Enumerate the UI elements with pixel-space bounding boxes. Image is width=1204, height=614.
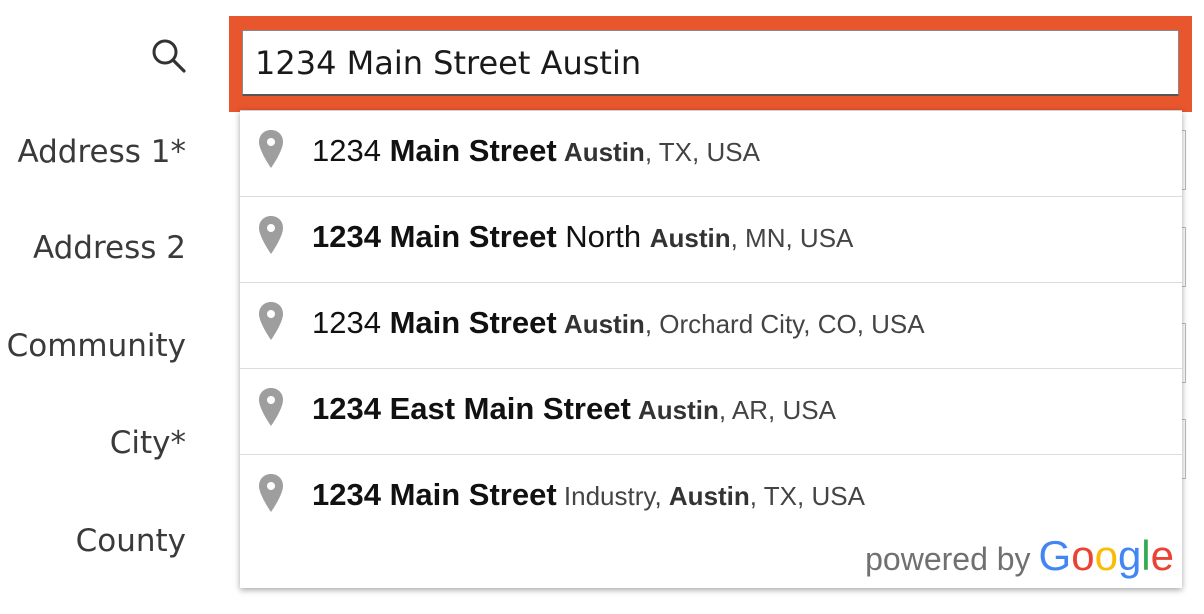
address2-label: Address 2: [32, 230, 186, 266]
suggestion-match: Main Street: [389, 133, 557, 168]
google-logo-letter: o: [1071, 532, 1095, 579]
google-logo: Google: [1039, 532, 1174, 580]
suggestion-item[interactable]: 1234 Main Street Industry, Austin, TX, U…: [240, 455, 1182, 541]
google-logo-letter: l: [1141, 532, 1151, 579]
google-logo-letter: o: [1094, 532, 1118, 579]
map-pin-icon: [259, 130, 283, 168]
suggestion-match: Austin: [563, 309, 645, 339]
suggestion-part: 1234: [312, 133, 390, 168]
search-focus-highlight: [229, 16, 1192, 112]
suggestion-text: 1234 Main Street Industry, Austin, TX, U…: [312, 477, 865, 513]
suggestion-item[interactable]: 1234 Main Street North Austin, MN, USA: [240, 197, 1182, 283]
suggestion-part: [557, 309, 564, 339]
city-label: City*: [109, 425, 186, 461]
suggestion-part: [631, 395, 638, 425]
suggestion-part: , MN, USA: [730, 223, 854, 253]
address1-label: Address 1*: [17, 134, 186, 170]
suggestion-match: Austin: [649, 223, 731, 253]
suggestion-item[interactable]: 1234 Main Street Austin, Orchard City, C…: [240, 283, 1182, 369]
google-logo-letter: G: [1038, 532, 1072, 579]
county-label: County: [75, 523, 186, 559]
map-pin-icon: [259, 302, 283, 340]
suggestion-part: , Orchard City, CO, USA: [644, 309, 925, 339]
suggestion-item[interactable]: 1234 East Main Street Austin, AR, USA: [240, 369, 1182, 455]
suggestion-match: 1234 Main Street: [312, 219, 557, 254]
map-pin-icon: [259, 474, 283, 512]
suggestion-part: [557, 137, 564, 167]
autocomplete-dropdown: 1234 Main Street Austin, TX, USA 1234 Ma…: [240, 110, 1182, 588]
google-logo-letter: e: [1150, 532, 1174, 579]
suggestion-item[interactable]: 1234 Main Street Austin, TX, USA: [240, 111, 1182, 197]
suggestion-text: 1234 Main Street North Austin, MN, USA: [312, 219, 853, 255]
suggestion-text: 1234 Main Street Austin, TX, USA: [312, 133, 760, 169]
google-logo-letter: g: [1117, 532, 1142, 579]
suggestion-part: Industry,: [556, 481, 669, 511]
community-label: Community: [6, 328, 186, 364]
suggestion-part: , TX, USA: [644, 137, 760, 167]
suggestion-match: Austin: [563, 137, 645, 167]
suggestion-match: 1234 Main Street: [312, 477, 557, 512]
suggestion-match: Main Street: [389, 305, 557, 340]
suggestion-text: 1234 Main Street Austin, Orchard City, C…: [312, 305, 925, 341]
powered-by-text: powered by: [865, 541, 1031, 577]
suggestion-part: North: [556, 219, 650, 254]
suggestion-text: 1234 East Main Street Austin, AR, USA: [312, 391, 836, 427]
address-search-input[interactable]: [242, 30, 1179, 96]
search-icon: [152, 39, 186, 73]
suggestion-part: , TX, USA: [749, 481, 865, 511]
map-pin-icon: [259, 216, 283, 254]
suggestion-match: Austin: [668, 481, 750, 511]
address-form: Address 1* Address 2 Community City* Cou…: [0, 0, 1204, 614]
powered-by-google: powered by Google: [865, 532, 1174, 580]
suggestion-match: 1234 East Main Street: [312, 391, 631, 426]
suggestion-part: 1234: [312, 305, 390, 340]
suggestion-match: Austin: [638, 395, 719, 425]
suggestion-part: , AR, USA: [718, 395, 836, 425]
map-pin-icon: [259, 388, 283, 426]
